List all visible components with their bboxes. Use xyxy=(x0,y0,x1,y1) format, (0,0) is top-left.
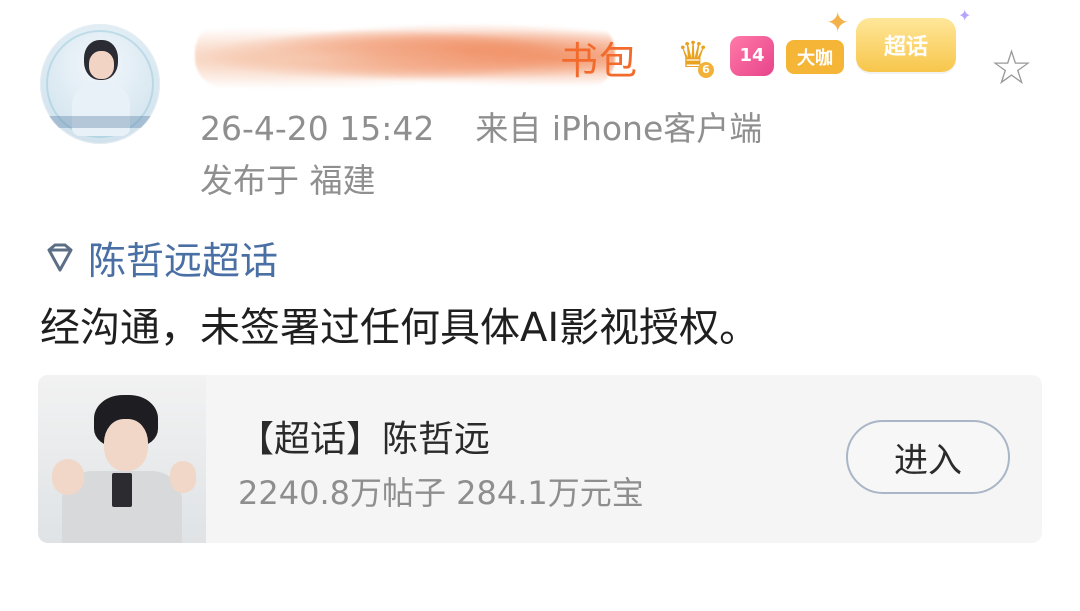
topic-link-label[interactable]: 陈哲远超话 xyxy=(88,230,278,285)
source: 来自 iPhone客户端 xyxy=(475,109,763,148)
sparkle-icon: ✦ xyxy=(958,6,972,25)
topic-link[interactable]: 陈哲远超话 xyxy=(40,230,278,285)
username-suffix[interactable]: 书包 xyxy=(560,30,638,85)
enter-button[interactable]: 进入 xyxy=(846,420,1010,494)
avatar-watermark xyxy=(48,116,152,128)
star-outline-icon[interactable]: ☆ xyxy=(990,44,1033,92)
vip-gem-badge: 14 xyxy=(730,36,774,76)
post-meta: 26-4-20 15:42 来自 iPhone客户端 xyxy=(200,102,762,150)
avatar-face xyxy=(89,51,114,79)
chaohua-badge: 超话 xyxy=(856,18,956,72)
topic-card-stats: 2240.8万帖子 284.1万元宝 xyxy=(238,474,644,512)
daka-badge: 大咖 xyxy=(786,40,844,74)
diamond-topic-icon xyxy=(40,238,80,278)
topic-thumbnail xyxy=(38,375,206,543)
crown-level-badge: 6 xyxy=(698,62,714,78)
topic-card-title: 【超话】陈哲远 xyxy=(238,419,491,460)
thumbnail-hand-left xyxy=(52,459,84,495)
timestamp: 26-4-20 15:42 xyxy=(200,109,435,148)
thumbnail-face xyxy=(104,419,148,471)
sparkle-icon: ✦ xyxy=(826,6,850,39)
user-avatar[interactable] xyxy=(40,24,160,144)
post-body: 经沟通，未签署过任何具体AI影视授权。 xyxy=(40,305,760,351)
thumbnail-collar xyxy=(112,473,132,507)
location: 发布于 福建 xyxy=(200,161,376,200)
thumbnail-hand-right xyxy=(170,461,196,493)
username-redacted[interactable] xyxy=(195,22,615,88)
